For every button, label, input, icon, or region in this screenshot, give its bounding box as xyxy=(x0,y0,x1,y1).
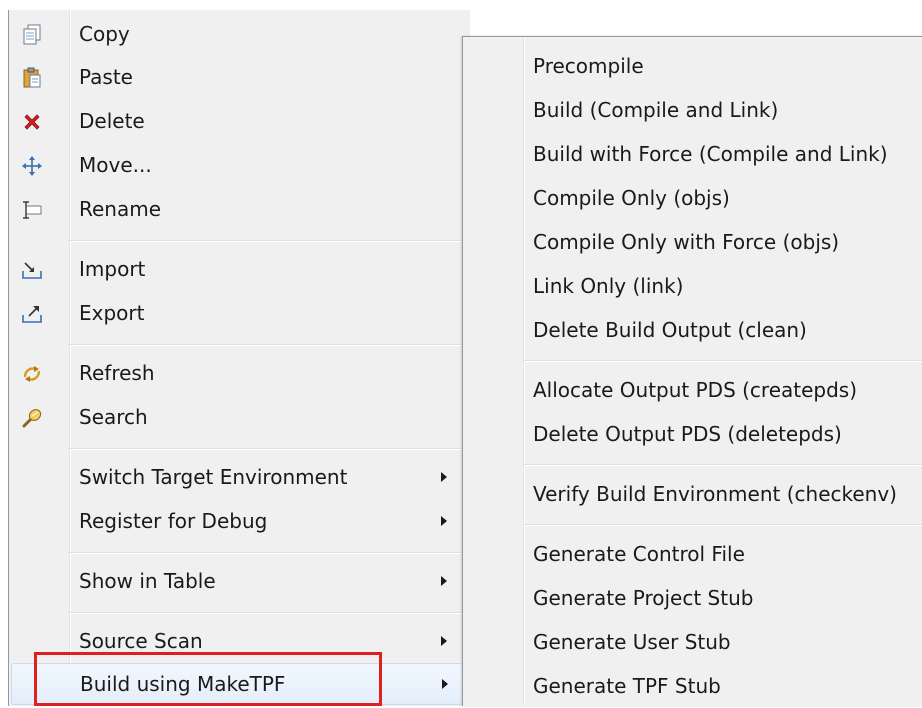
submenu-item-delete-build-output[interactable]: Delete Build Output (clean) xyxy=(463,308,922,352)
submenu-item-allocate-output-pds[interactable]: Allocate Output PDS (createpds) xyxy=(463,368,922,412)
menu-item-paste[interactable]: Paste xyxy=(9,57,463,97)
submenu-item-build-with-force[interactable]: Build with Force (Compile and Link) xyxy=(463,132,922,176)
menu-item-refresh[interactable]: Refresh xyxy=(9,353,463,393)
submenu-item-label: Generate Project Stub xyxy=(533,586,754,610)
menu-item-label: Paste xyxy=(79,65,133,89)
import-icon xyxy=(21,259,43,281)
menu-item-export[interactable]: Export xyxy=(9,293,463,333)
context-menu: Copy Paste Delete Move... Rename Import … xyxy=(8,10,470,706)
menu-separator xyxy=(70,240,463,242)
submenu-item-label: Precompile xyxy=(533,54,644,78)
annotation-highlight-box xyxy=(34,652,382,706)
menu-item-copy[interactable]: Copy xyxy=(9,14,463,54)
submenu-item-label: Build (Compile and Link) xyxy=(533,98,779,122)
submenu-item-label: Build with Force (Compile and Link) xyxy=(533,142,888,166)
rename-icon xyxy=(21,199,43,221)
menu-item-rename[interactable]: Rename xyxy=(9,189,463,229)
submenu-item-verify-build-environment[interactable]: Verify Build Environment (checkenv) xyxy=(463,472,922,516)
move-icon xyxy=(21,155,43,177)
delete-icon xyxy=(21,111,43,133)
menu-item-label: Copy xyxy=(79,22,130,46)
search-icon xyxy=(21,407,43,429)
submenu-arrow-icon xyxy=(442,679,448,689)
copy-icon xyxy=(21,24,43,46)
menu-item-label: Delete xyxy=(79,109,145,133)
menu-item-switch-target-environment[interactable]: Switch Target Environment xyxy=(9,457,463,497)
menu-separator xyxy=(70,612,463,614)
submenu-item-label: Verify Build Environment (checkenv) xyxy=(533,482,897,506)
submenu-item-generate-control-file[interactable]: Generate Control File xyxy=(463,532,922,576)
menu-item-label: Register for Debug xyxy=(79,509,268,533)
menu-item-label: Switch Target Environment xyxy=(79,465,348,489)
submenu-item-label: Delete Output PDS (deletepds) xyxy=(533,422,842,446)
menu-item-search[interactable]: Search xyxy=(9,397,463,437)
submenu-item-label: Generate TPF Stub xyxy=(533,674,721,698)
submenu-item-label: Link Only (link) xyxy=(533,274,684,298)
submenu-item-compile-only-with-force[interactable]: Compile Only with Force (objs) xyxy=(463,220,922,264)
submenu-item-generate-tpf-stub[interactable]: Generate TPF Stub xyxy=(463,664,922,708)
submenu-item-label: Compile Only with Force (objs) xyxy=(533,230,840,254)
menu-separator xyxy=(524,360,922,362)
submenu-arrow-icon xyxy=(441,576,447,586)
menu-item-move[interactable]: Move... xyxy=(9,145,463,185)
menu-item-label: Refresh xyxy=(79,361,155,385)
menu-separator xyxy=(70,448,463,450)
paste-icon xyxy=(21,67,43,89)
menu-item-label: Import xyxy=(79,257,146,281)
menu-item-label: Search xyxy=(79,405,148,429)
submenu-item-label: Generate Control File xyxy=(533,542,745,566)
menu-item-show-in-table[interactable]: Show in Table xyxy=(9,561,463,601)
menu-item-register-for-debug[interactable]: Register for Debug xyxy=(9,501,463,541)
export-icon xyxy=(21,303,43,325)
menu-separator xyxy=(524,464,922,466)
menu-item-delete[interactable]: Delete xyxy=(9,101,463,141)
build-submenu: Precompile Build (Compile and Link) Buil… xyxy=(462,36,922,706)
submenu-item-delete-output-pds[interactable]: Delete Output PDS (deletepds) xyxy=(463,412,922,456)
menu-item-import[interactable]: Import xyxy=(9,249,463,289)
submenu-arrow-icon xyxy=(441,516,447,526)
submenu-item-link-only[interactable]: Link Only (link) xyxy=(463,264,922,308)
menu-item-label: Export xyxy=(79,301,145,325)
submenu-item-compile-only[interactable]: Compile Only (objs) xyxy=(463,176,922,220)
submenu-item-precompile[interactable]: Precompile xyxy=(463,44,922,88)
submenu-item-build[interactable]: Build (Compile and Link) xyxy=(463,88,922,132)
submenu-item-label: Generate User Stub xyxy=(533,630,731,654)
menu-separator xyxy=(70,344,463,346)
submenu-item-label: Compile Only (objs) xyxy=(533,186,730,210)
submenu-arrow-icon xyxy=(441,472,447,482)
submenu-item-generate-user-stub[interactable]: Generate User Stub xyxy=(463,620,922,664)
submenu-arrow-icon xyxy=(441,636,447,646)
menu-separator xyxy=(524,524,922,526)
menu-item-label: Move... xyxy=(79,153,152,177)
menu-item-label: Show in Table xyxy=(79,569,216,593)
menu-separator xyxy=(70,552,463,554)
submenu-item-label: Delete Build Output (clean) xyxy=(533,318,807,342)
menu-item-label: Rename xyxy=(79,197,162,221)
submenu-item-generate-project-stub[interactable]: Generate Project Stub xyxy=(463,576,922,620)
refresh-icon xyxy=(21,363,43,385)
submenu-item-label: Allocate Output PDS (createpds) xyxy=(533,378,858,402)
